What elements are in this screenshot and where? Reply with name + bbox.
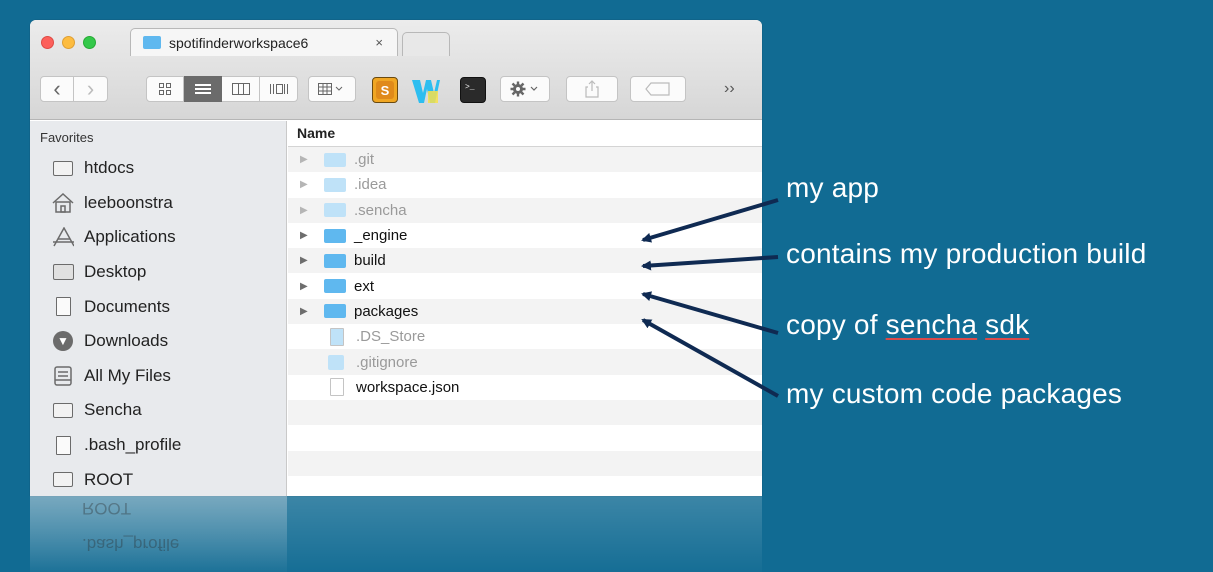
arrow-packages xyxy=(641,318,779,398)
annotation-custom-packages: my custom code packages xyxy=(786,378,1123,409)
arrow-my-app xyxy=(641,198,779,243)
annotation-arrows xyxy=(641,198,779,398)
annotation-sencha-sdk: copy of sencha sdk xyxy=(786,309,1030,340)
annotation-production-build: contains my production build xyxy=(786,238,1147,269)
annotation-my-app: my app xyxy=(786,172,880,203)
arrow-ext xyxy=(641,291,779,335)
arrow-build xyxy=(641,255,779,271)
